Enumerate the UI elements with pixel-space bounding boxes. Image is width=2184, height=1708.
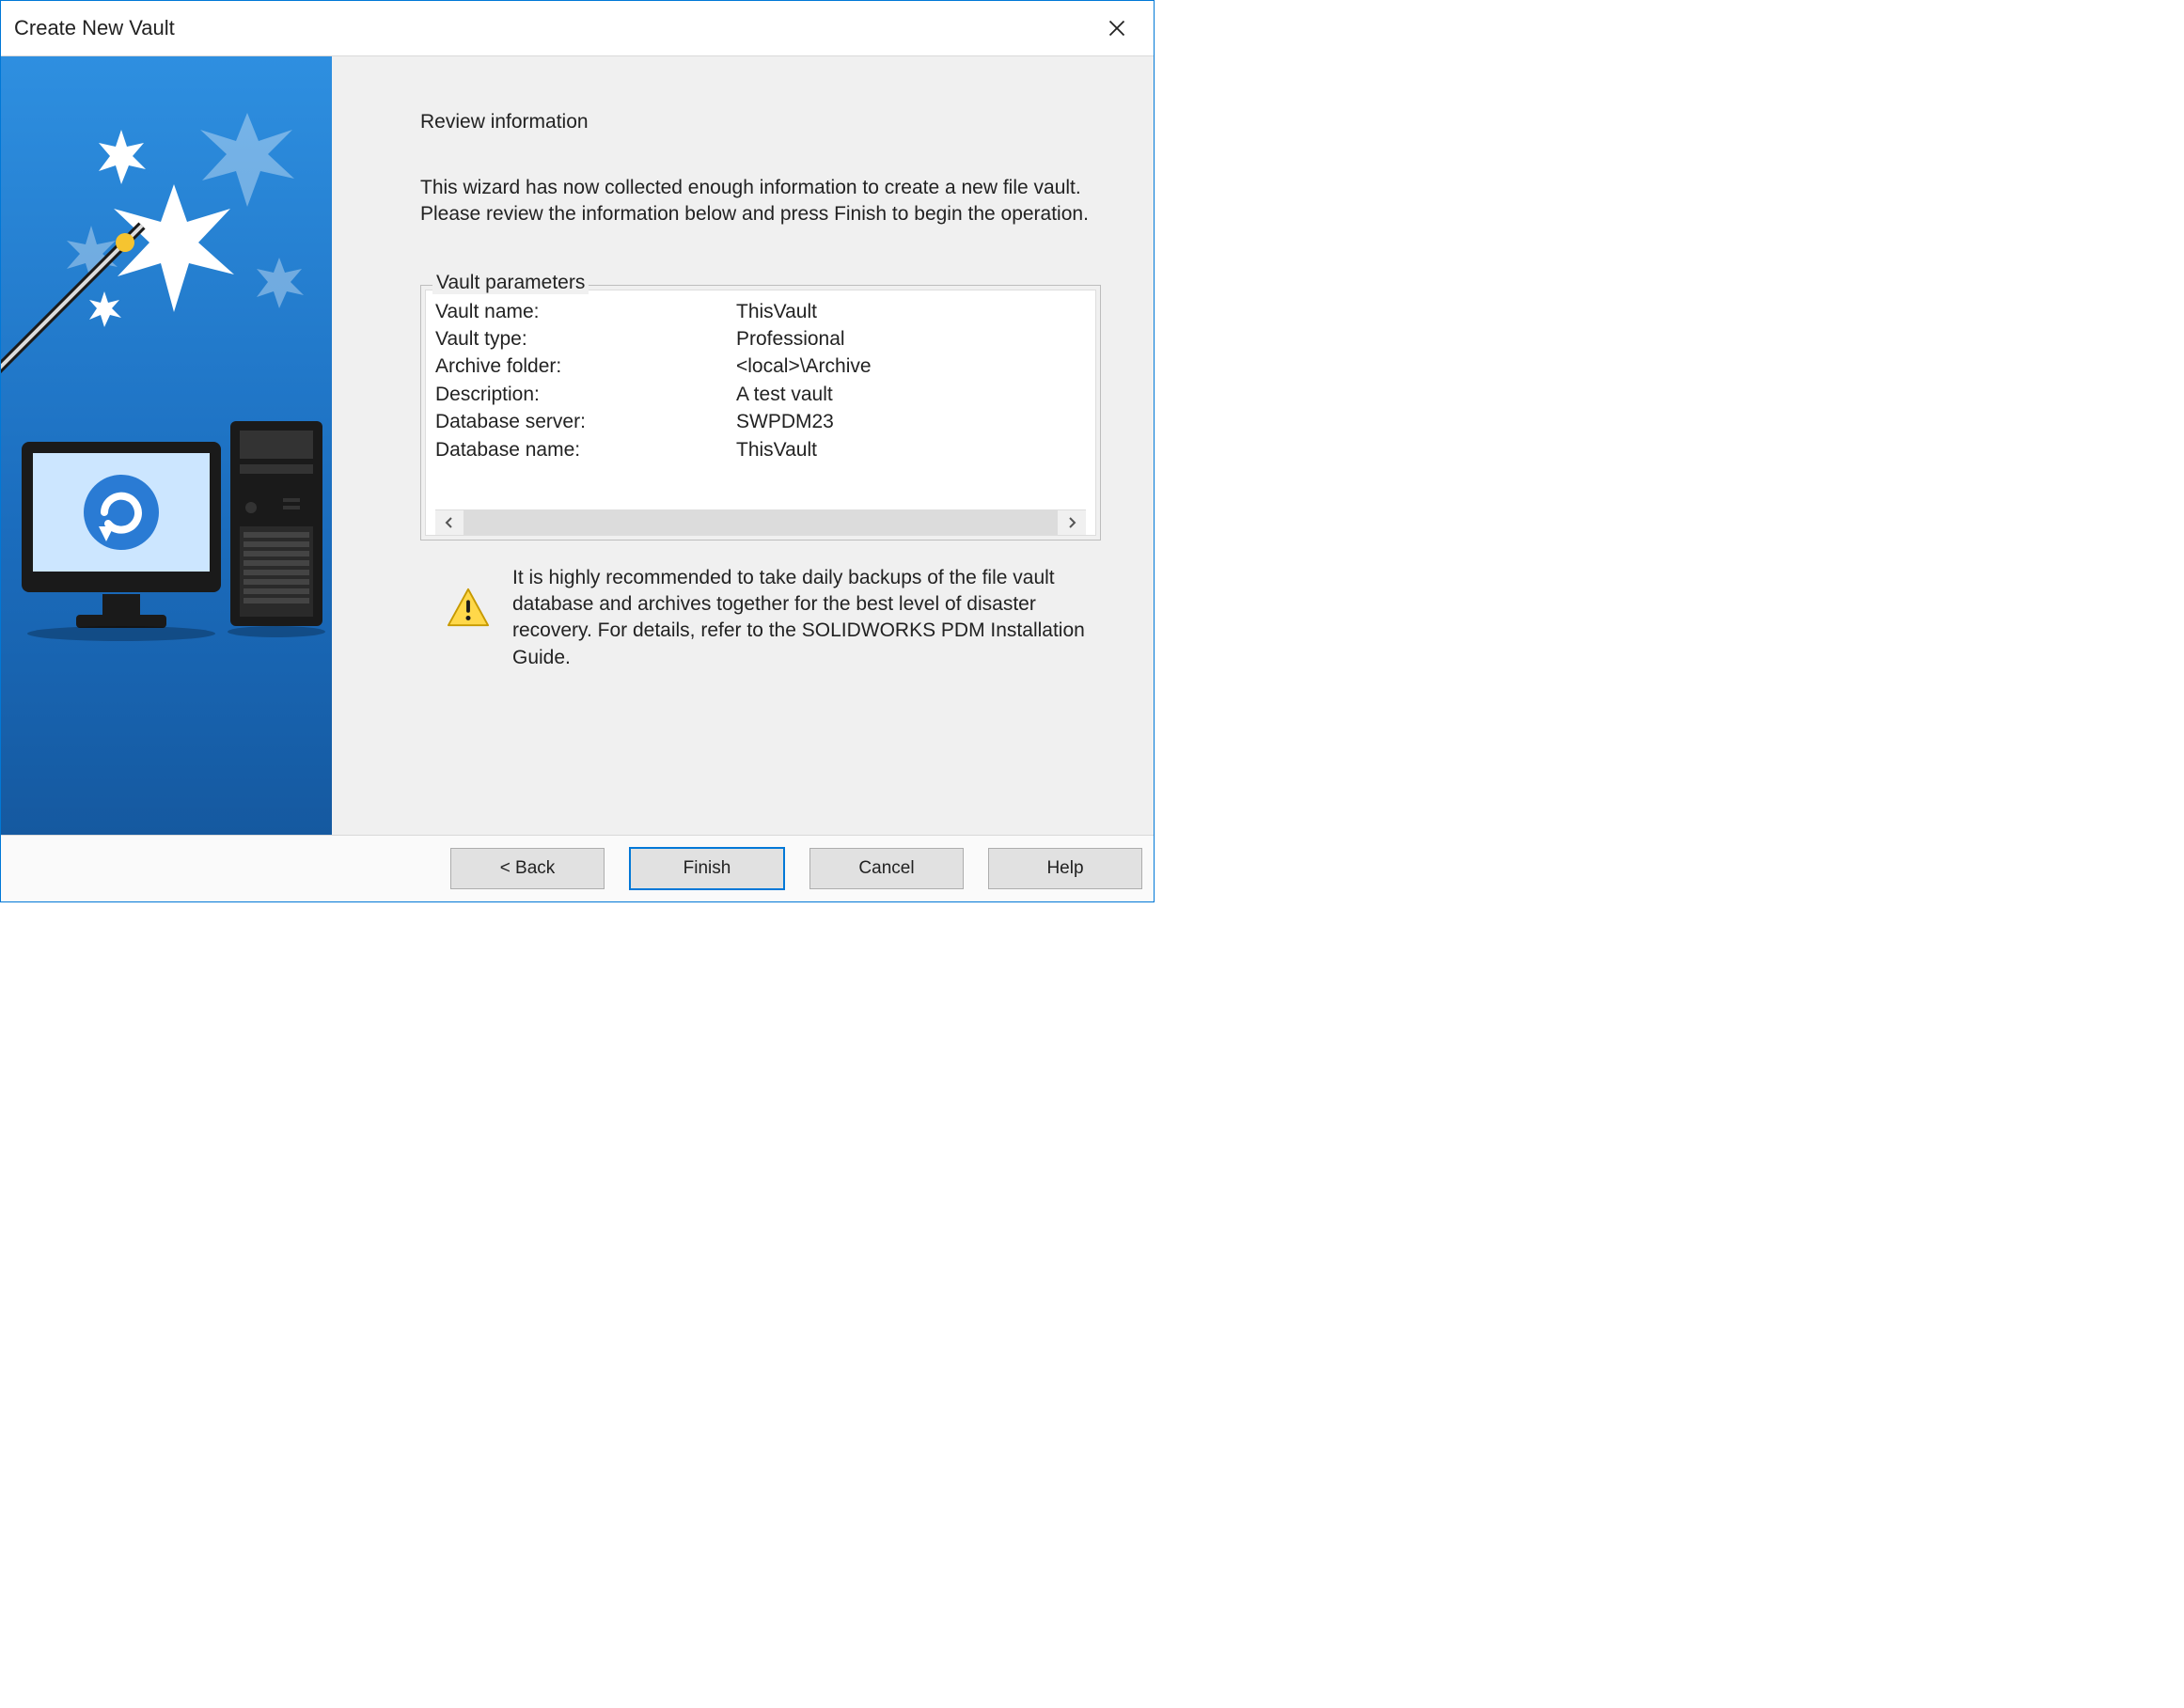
param-row: Database server:SWPDM23: [435, 408, 1086, 435]
help-button[interactable]: Help: [988, 848, 1142, 889]
param-label: Database name:: [435, 436, 736, 463]
param-row: Description:A test vault: [435, 381, 1086, 408]
chevron-left-icon: [445, 517, 454, 528]
close-icon: [1108, 19, 1126, 38]
chevron-right-icon: [1067, 517, 1076, 528]
param-row: Vault type:Professional: [435, 325, 1086, 353]
param-value: A test vault: [736, 381, 1086, 408]
wizard-illustration: [1, 56, 332, 827]
backup-note: It is highly recommended to take daily b…: [420, 565, 1101, 671]
dialog-title: Create New Vault: [14, 16, 175, 40]
param-row: Vault name:ThisVault: [435, 298, 1086, 325]
wizard-sidebar: [1, 56, 332, 835]
scroll-right-button[interactable]: [1058, 510, 1086, 535]
param-value: ThisVault: [736, 298, 1086, 325]
scroll-track[interactable]: [464, 510, 1058, 535]
cancel-button[interactable]: Cancel: [809, 848, 964, 889]
param-value: ThisVault: [736, 436, 1086, 463]
param-value: SWPDM23: [736, 408, 1086, 435]
finish-button[interactable]: Finish: [629, 847, 785, 890]
page-heading: Review information: [420, 111, 1101, 133]
param-value: <local>\Archive: [736, 353, 1086, 380]
dialog-window: Create New Vault: [0, 0, 1155, 902]
backup-note-text: It is highly recommended to take daily b…: [512, 565, 1101, 671]
scroll-left-button[interactable]: [435, 510, 464, 535]
warning-icon: [447, 586, 490, 629]
vault-parameters-list: Vault name:ThisVault Vault type:Professi…: [425, 290, 1096, 536]
page-intro: This wizard has now collected enough inf…: [420, 175, 1101, 228]
param-label: Vault name:: [435, 298, 736, 325]
dialog-footer: < Back Finish Cancel Help: [1, 835, 1154, 901]
vault-parameters-legend: Vault parameters: [432, 272, 589, 294]
titlebar: Create New Vault: [1, 1, 1154, 56]
param-label: Vault type:: [435, 325, 736, 353]
param-label: Description:: [435, 381, 736, 408]
param-value: Professional: [736, 325, 1086, 353]
close-button[interactable]: [1095, 7, 1139, 50]
wizard-content: Review information This wizard has now c…: [332, 56, 1154, 835]
vault-parameters-rows: Vault name:ThisVault Vault type:Professi…: [435, 298, 1086, 463]
horizontal-scrollbar[interactable]: [435, 509, 1086, 535]
param-label: Archive folder:: [435, 353, 736, 380]
vault-parameters-group: Vault parameters Vault name:ThisVault Va…: [420, 285, 1101, 541]
param-row: Archive folder:<local>\Archive: [435, 353, 1086, 380]
dialog-body: Review information This wizard has now c…: [1, 56, 1154, 835]
back-button[interactable]: < Back: [450, 848, 605, 889]
param-row: Database name:ThisVault: [435, 436, 1086, 463]
param-label: Database server:: [435, 408, 736, 435]
